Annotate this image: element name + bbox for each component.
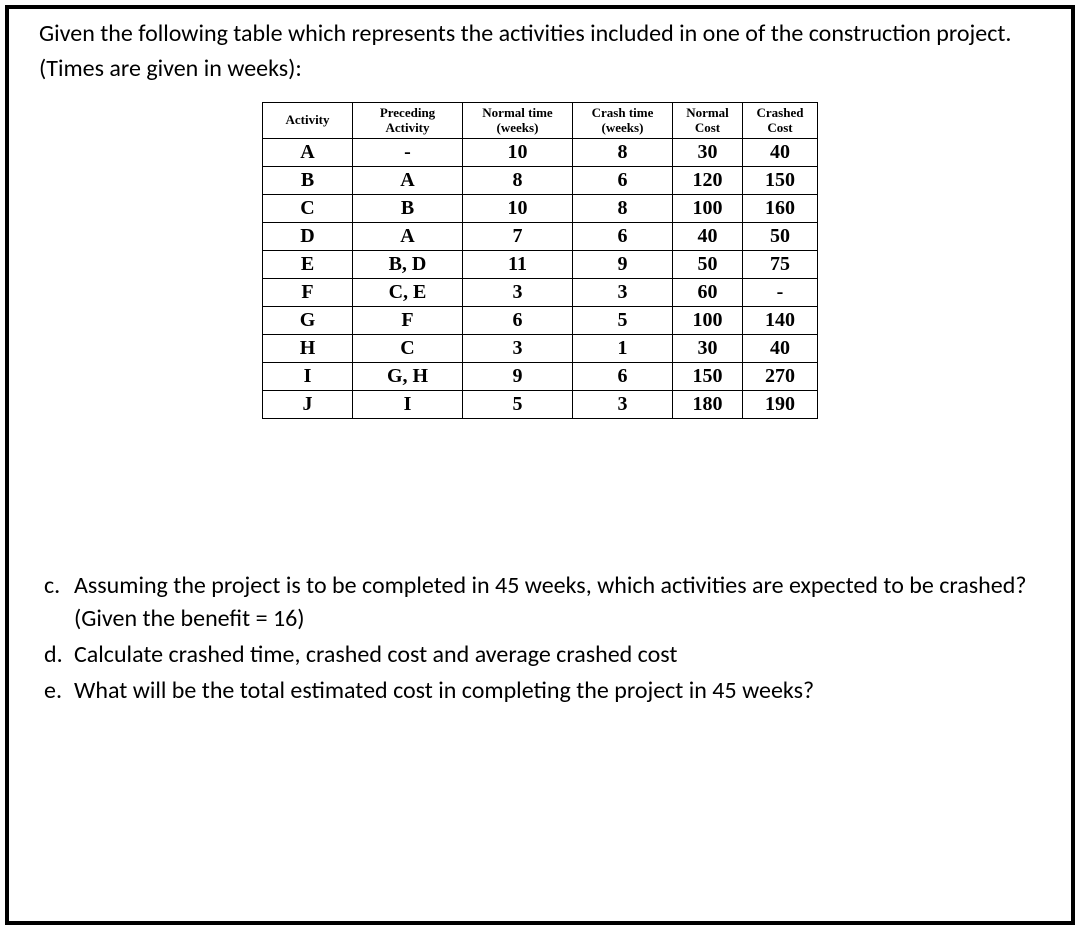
header-crash-time: Crash time (weeks) xyxy=(573,102,673,138)
cell-normal_time: 11 xyxy=(463,250,573,278)
cell-crash_time: 6 xyxy=(573,222,673,250)
table-row: GF65100140 xyxy=(263,306,818,334)
cell-preceding: C, E xyxy=(353,278,463,306)
question-text: What will be the total estimated cost in… xyxy=(74,674,1041,708)
table-row: DA764050 xyxy=(263,222,818,250)
cell-activity: E xyxy=(263,250,353,278)
cell-preceding: - xyxy=(353,138,463,166)
activities-table: Activity Preceding Activity Normal time … xyxy=(262,102,818,419)
cell-crash_time: 6 xyxy=(573,166,673,194)
cell-preceding: A xyxy=(353,166,463,194)
cell-activity: J xyxy=(263,390,353,418)
question-label: c. xyxy=(39,569,74,636)
cell-activity: A xyxy=(263,138,353,166)
cell-normal_time: 5 xyxy=(463,390,573,418)
header-normal-cost: Normal Cost xyxy=(673,102,743,138)
table-row: IG, H96150270 xyxy=(263,362,818,390)
cell-activity: I xyxy=(263,362,353,390)
table-row: CB108100160 xyxy=(263,194,818,222)
table-header-row: Activity Preceding Activity Normal time … xyxy=(263,102,818,138)
cell-crash_time: 3 xyxy=(573,278,673,306)
table-row: EB, D1195075 xyxy=(263,250,818,278)
cell-preceding: A xyxy=(353,222,463,250)
cell-normal_cost: 40 xyxy=(673,222,743,250)
cell-normal_time: 10 xyxy=(463,194,573,222)
question-label: d. xyxy=(39,638,74,672)
cell-normal_time: 9 xyxy=(463,362,573,390)
question-text: Assuming the project is to be completed … xyxy=(74,569,1041,636)
cell-crashed_cost: 50 xyxy=(743,222,818,250)
cell-preceding: F xyxy=(353,306,463,334)
cell-normal_cost: 30 xyxy=(673,138,743,166)
cell-normal_cost: 180 xyxy=(673,390,743,418)
cell-crash_time: 6 xyxy=(573,362,673,390)
table-row: HC313040 xyxy=(263,334,818,362)
cell-crashed_cost: 75 xyxy=(743,250,818,278)
cell-activity: H xyxy=(263,334,353,362)
cell-activity: B xyxy=(263,166,353,194)
cell-crash_time: 1 xyxy=(573,334,673,362)
cell-crashed_cost: 40 xyxy=(743,138,818,166)
cell-crash_time: 8 xyxy=(573,194,673,222)
cell-normal_cost: 100 xyxy=(673,194,743,222)
cell-activity: G xyxy=(263,306,353,334)
cell-normal_time: 6 xyxy=(463,306,573,334)
cell-normal_time: 7 xyxy=(463,222,573,250)
cell-normal_cost: 60 xyxy=(673,278,743,306)
cell-crash_time: 3 xyxy=(573,390,673,418)
page-frame: Given the following table which represen… xyxy=(5,5,1075,925)
header-crashed-cost: Crashed Cost xyxy=(743,102,818,138)
cell-preceding: I xyxy=(353,390,463,418)
cell-preceding: B, D xyxy=(353,250,463,278)
header-preceding: Preceding Activity xyxy=(353,102,463,138)
cell-activity: C xyxy=(263,194,353,222)
intro-text: Given the following table which represen… xyxy=(39,17,1041,87)
cell-crashed_cost: 140 xyxy=(743,306,818,334)
cell-normal_cost: 150 xyxy=(673,362,743,390)
question-item: c.Assuming the project is to be complete… xyxy=(39,569,1041,636)
cell-normal_time: 3 xyxy=(463,278,573,306)
table-row: A-1083040 xyxy=(263,138,818,166)
cell-crashed_cost: 40 xyxy=(743,334,818,362)
cell-normal_cost: 30 xyxy=(673,334,743,362)
cell-activity: F xyxy=(263,278,353,306)
questions-list: c.Assuming the project is to be complete… xyxy=(39,569,1041,707)
table-wrapper: Activity Preceding Activity Normal time … xyxy=(39,102,1041,419)
table-row: FC, E3360- xyxy=(263,278,818,306)
cell-normal_time: 10 xyxy=(463,138,573,166)
question-item: d.Calculate crashed time, crashed cost a… xyxy=(39,638,1041,672)
cell-activity: D xyxy=(263,222,353,250)
question-label: e. xyxy=(39,674,74,708)
table-row: JI53180190 xyxy=(263,390,818,418)
cell-normal_cost: 100 xyxy=(673,306,743,334)
cell-crashed_cost: 150 xyxy=(743,166,818,194)
header-normal-time: Normal time (weeks) xyxy=(463,102,573,138)
question-text: Calculate crashed time, crashed cost and… xyxy=(74,638,1041,672)
cell-normal_time: 8 xyxy=(463,166,573,194)
cell-normal_time: 3 xyxy=(463,334,573,362)
cell-crashed_cost: 270 xyxy=(743,362,818,390)
cell-crashed_cost: 190 xyxy=(743,390,818,418)
cell-crash_time: 9 xyxy=(573,250,673,278)
cell-normal_cost: 50 xyxy=(673,250,743,278)
cell-crash_time: 8 xyxy=(573,138,673,166)
cell-normal_cost: 120 xyxy=(673,166,743,194)
cell-preceding: C xyxy=(353,334,463,362)
table-row: BA86120150 xyxy=(263,166,818,194)
question-item: e.What will be the total estimated cost … xyxy=(39,674,1041,708)
cell-crash_time: 5 xyxy=(573,306,673,334)
cell-preceding: G, H xyxy=(353,362,463,390)
cell-crashed_cost: 160 xyxy=(743,194,818,222)
cell-preceding: B xyxy=(353,194,463,222)
cell-crashed_cost: - xyxy=(743,278,818,306)
header-activity: Activity xyxy=(263,102,353,138)
